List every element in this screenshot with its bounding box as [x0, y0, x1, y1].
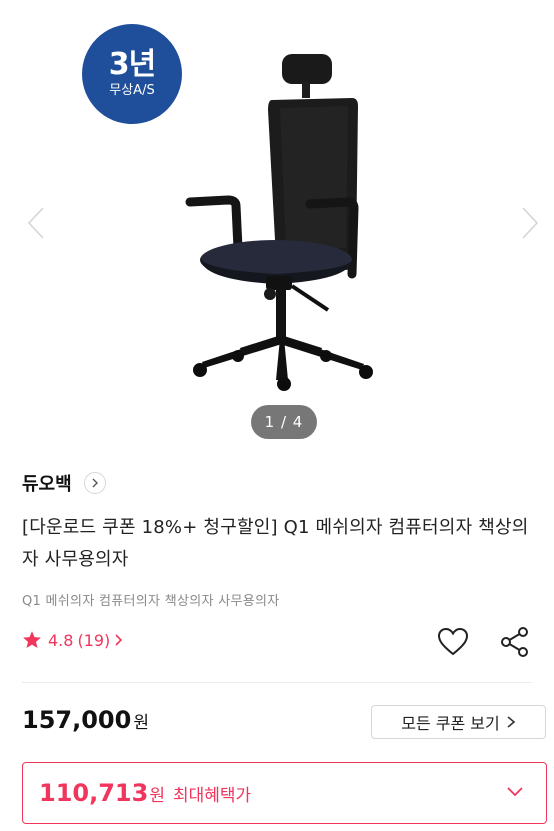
- chevron-right-icon: [83, 472, 106, 494]
- price-value: 157,000: [22, 706, 132, 734]
- chevron-right-icon: [115, 634, 123, 646]
- rating-link[interactable]: 4.8 (19): [22, 630, 123, 650]
- chevron-right-icon: [522, 207, 539, 239]
- price: 157,000 원: [22, 706, 149, 734]
- max-benefit-price-toggle[interactable]: 110,713 원 최대혜택가: [22, 762, 547, 824]
- brand-link[interactable]: 듀오백: [22, 470, 106, 496]
- rating-score: 4.8: [48, 630, 74, 650]
- product-image-gallery[interactable]: 3년 무상A/S 1 / 4: [0, 0, 554, 450]
- section-divider: [22, 682, 532, 683]
- max-benefit-label: 최대혜택가: [172, 785, 252, 806]
- heart-icon: [437, 627, 469, 656]
- price-unit: 원: [133, 713, 149, 733]
- warranty-badge-subtitle: 무상A/S: [109, 83, 155, 98]
- product-subtitle: Q1 메쉬의자 컴퓨터의자 책상의자 사무용의자: [22, 594, 280, 609]
- view-all-coupons-button[interactable]: 모든 쿠폰 보기: [371, 705, 546, 739]
- warranty-badge-title: 3년: [108, 47, 156, 82]
- max-benefit-unit: 원: [149, 785, 165, 806]
- max-benefit-price: 110,713: [39, 779, 149, 807]
- coupon-button-label: 모든 쿠폰 보기: [401, 714, 500, 733]
- chevron-down-icon: [507, 787, 523, 797]
- chevron-left-icon: [27, 207, 44, 239]
- image-counter: 1 / 4: [251, 405, 317, 439]
- wishlist-button[interactable]: [435, 624, 471, 660]
- star-icon: [23, 631, 41, 648]
- brand-name: 듀오백: [22, 474, 72, 495]
- product-image: [185, 54, 373, 391]
- chevron-right-icon: [507, 716, 515, 728]
- prev-image-button[interactable]: [24, 205, 48, 241]
- share-button[interactable]: [497, 624, 533, 660]
- warranty-badge: 3년 무상A/S: [82, 24, 182, 124]
- next-image-button[interactable]: [518, 205, 542, 241]
- share-icon: [501, 627, 528, 657]
- review-count: (19): [77, 630, 111, 650]
- product-title: [다운로드 쿠폰 18%+ 청구할인] Q1 메쉬의자 컴퓨터의자 책상의자 사…: [22, 517, 529, 570]
